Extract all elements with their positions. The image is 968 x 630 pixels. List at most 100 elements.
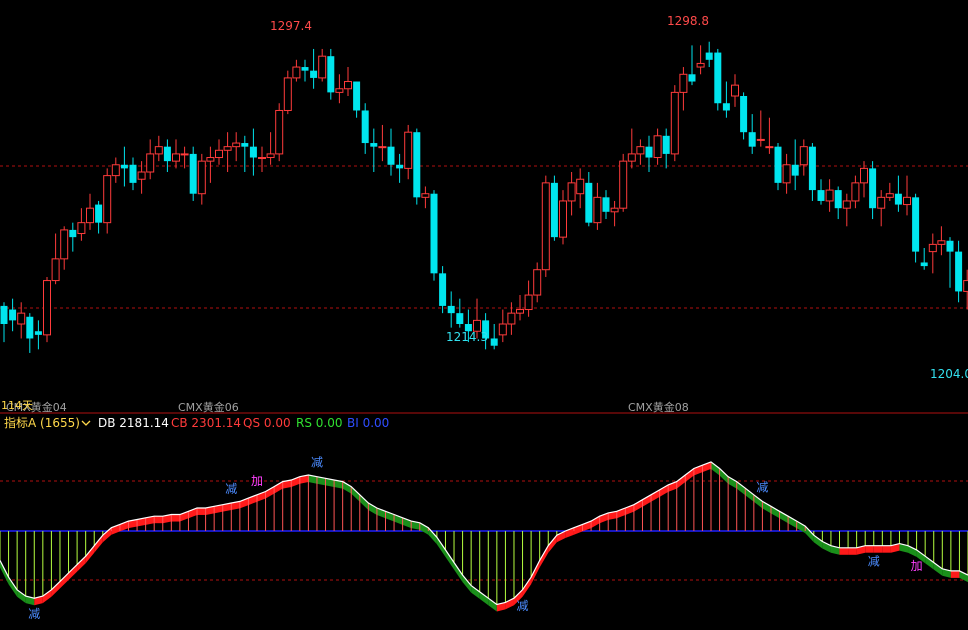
- candle-body: [206, 157, 215, 162]
- candle-body: [756, 138, 765, 141]
- candle-body: [774, 146, 782, 183]
- segment-label-3: CMX黄金08: [628, 400, 689, 414]
- candle-body: [885, 193, 894, 198]
- candle-body: [146, 153, 155, 173]
- candle-body: [9, 309, 17, 321]
- candle-body: [241, 143, 249, 147]
- candle-body: [731, 84, 739, 97]
- candle-body: [662, 135, 670, 154]
- candle-body: [335, 88, 344, 93]
- candle-body: [903, 196, 911, 206]
- indicator-band: [265, 486, 275, 499]
- overlap-label: 114天: [1, 399, 33, 412]
- candle-body: [619, 160, 628, 209]
- candle-body: [77, 222, 86, 235]
- candle-body: [782, 164, 791, 184]
- candle-body: [791, 164, 799, 176]
- candle-body: [430, 193, 438, 274]
- candle-body: [120, 164, 128, 169]
- indicator-header: 指标A (1655) DB 2181.14 CB 2301.14 QS 0.00…: [4, 415, 389, 430]
- candle-body: [696, 62, 705, 68]
- candle-body: [34, 331, 42, 335]
- candle-body: [920, 262, 928, 267]
- candle-body: [404, 131, 413, 169]
- candle-body: [740, 96, 748, 133]
- candle-body: [524, 294, 533, 311]
- candle-body: [946, 240, 954, 252]
- candle-body: [963, 280, 968, 292]
- indicator-band: [839, 547, 849, 555]
- candle-body: [163, 146, 171, 162]
- candle-body: [653, 135, 662, 159]
- indicator-band: [479, 591, 489, 606]
- candle-body: [679, 73, 688, 93]
- candle-body: [232, 142, 241, 148]
- candle-body: [705, 52, 713, 60]
- candle-body: [396, 164, 404, 169]
- indicator-band: [171, 514, 180, 522]
- indicator-ticks: [0, 461, 968, 605]
- candle-body: [507, 312, 516, 325]
- candle-body: [834, 190, 842, 209]
- cb-value: CB 2301.14: [171, 416, 241, 430]
- candlestick-series: [0, 41, 968, 353]
- candle-body: [387, 146, 395, 165]
- candle-body: [154, 146, 163, 155]
- candle-body: [765, 146, 774, 149]
- indicator-band: [745, 488, 754, 502]
- indicator-panel[interactable]: 减减加减减减减加: [0, 456, 968, 622]
- indicator-signal-label: 加: [911, 559, 923, 573]
- candle-body: [283, 77, 292, 111]
- candle-body: [498, 323, 507, 336]
- candle-body: [275, 109, 284, 155]
- candle-body: [137, 171, 146, 180]
- indicator-band: [873, 545, 883, 553]
- candle-body: [327, 56, 335, 93]
- candle-body: [180, 153, 189, 156]
- candle-body: [111, 164, 120, 177]
- indicator-band: [736, 481, 746, 496]
- candle-body: [456, 313, 464, 324]
- candle-body: [421, 193, 430, 198]
- rs-value: RS 0.00: [296, 416, 343, 430]
- indicator-signal-label: 减: [28, 607, 40, 621]
- candle-body: [490, 338, 498, 346]
- chevron-down-icon[interactable]: [81, 420, 91, 426]
- segment-labels: CMX黄金04 CMX黄金06 CMX黄金08 114天: [1, 399, 689, 414]
- candle-body: [95, 204, 103, 223]
- candle-body: [258, 157, 266, 160]
- candle-body: [439, 273, 447, 306]
- indicator-signal-label: 减: [311, 456, 323, 470]
- candle-body: [189, 153, 197, 194]
- indicator-band: [102, 527, 112, 543]
- candle-body: [559, 200, 567, 238]
- kline-chart[interactable]: 1297.4 1298.8 1214.3 1204.0 CMX黄金04 CMX黄…: [0, 0, 968, 630]
- indicator-band: [685, 468, 694, 483]
- indicator-band: [865, 545, 874, 553]
- candle-body: [593, 196, 602, 224]
- candle-body: [860, 167, 868, 184]
- indicator-band: [154, 516, 163, 524]
- high-price-label: 1297.4: [270, 19, 312, 33]
- indicator-band: [711, 461, 720, 476]
- candle-body: [894, 193, 902, 205]
- candle-body: [51, 258, 60, 282]
- candle-body: [129, 164, 137, 183]
- candle-body: [567, 182, 576, 202]
- indicator-band: [197, 507, 206, 515]
- candle-body: [610, 207, 619, 213]
- candle-body: [86, 207, 94, 224]
- candle-body: [0, 305, 8, 324]
- candle-body: [310, 70, 318, 78]
- candle-body: [928, 243, 937, 253]
- candle-body: [301, 67, 309, 71]
- candle-body: [172, 153, 180, 162]
- candle-body: [541, 182, 550, 271]
- candle-body: [197, 160, 206, 195]
- candle-body: [851, 182, 860, 202]
- candle-body: [912, 197, 920, 252]
- low2-price-label: 1204.0: [930, 367, 968, 381]
- indicator-band: [813, 535, 823, 549]
- price-panel[interactable]: 1297.4 1298.8 1214.3 1204.0: [0, 14, 968, 381]
- indicator-name[interactable]: 指标A (1655): [4, 415, 80, 430]
